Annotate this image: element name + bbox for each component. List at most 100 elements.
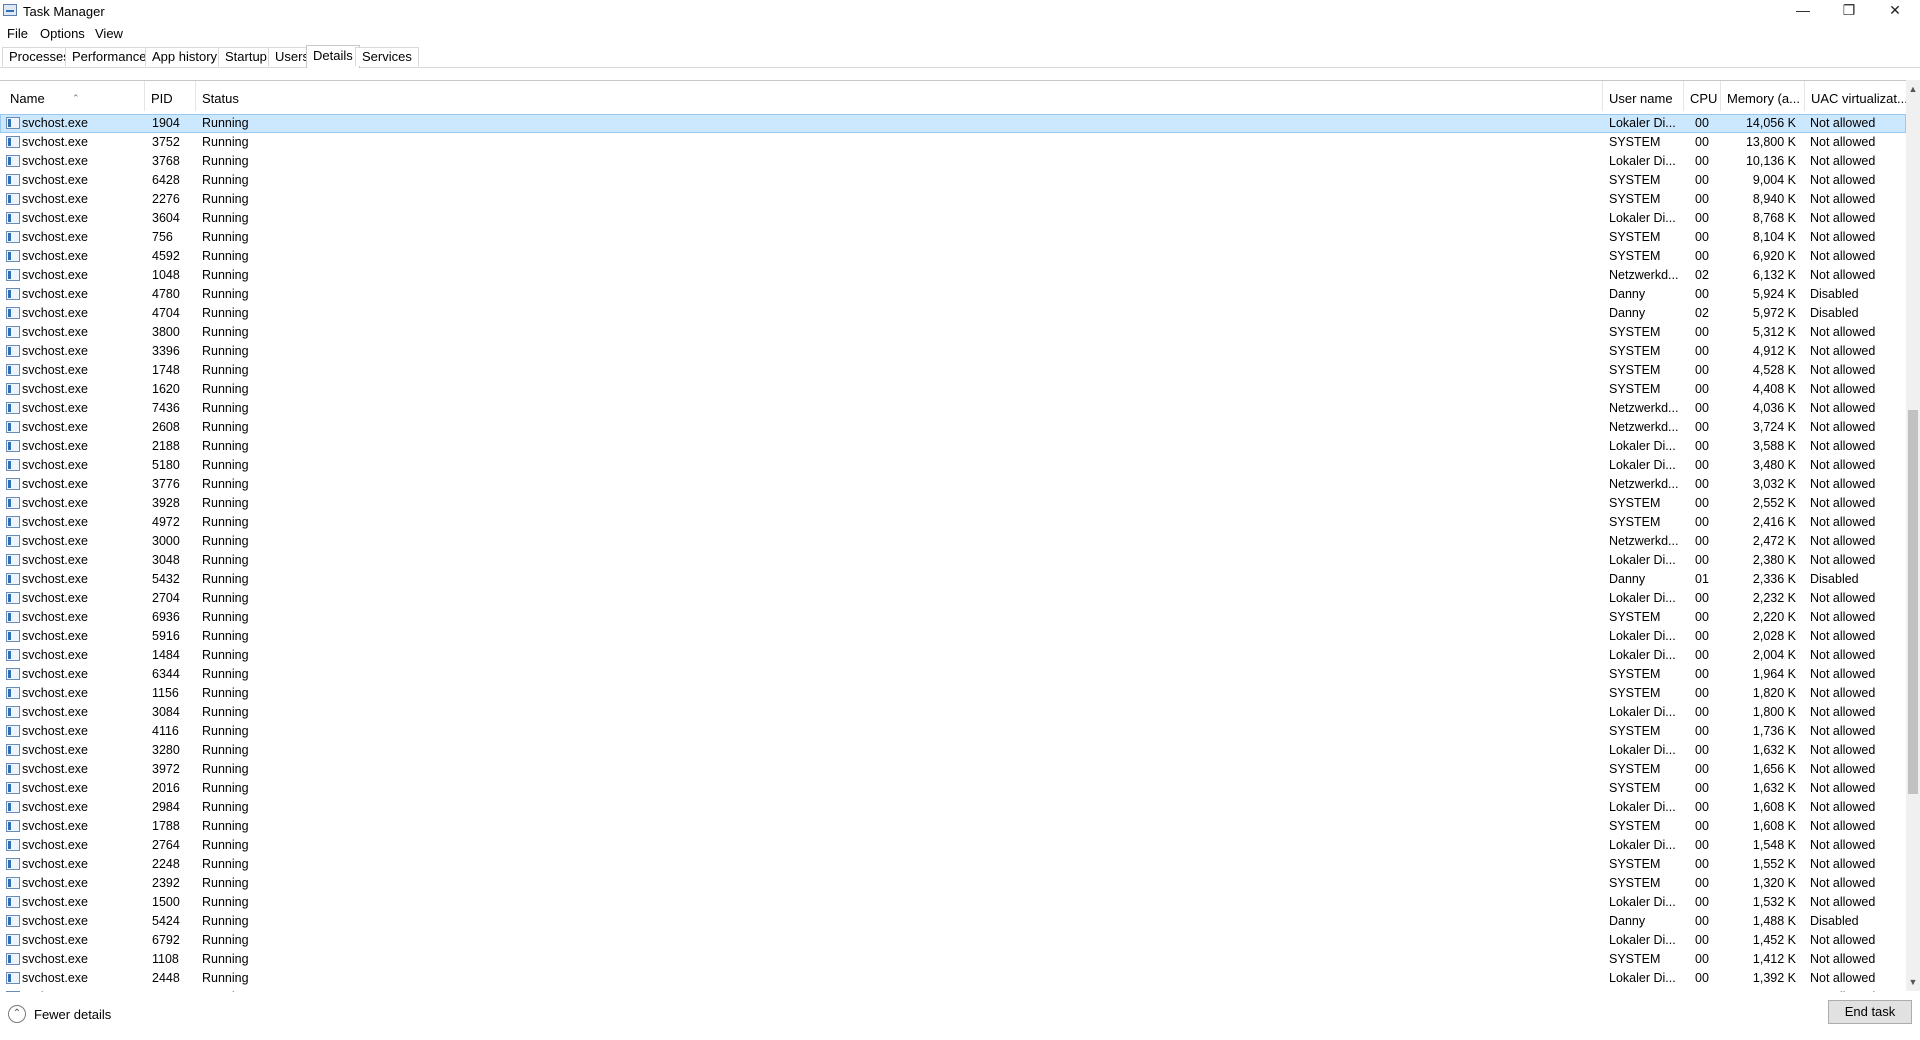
table-row[interactable]: svchost.exe 1520 Running SYSTEM 00 1,376 K Not… [0, 988, 1906, 992]
table-row[interactable]: svchost.exe 1904 Running Lokaler Di... 00 14,… [0, 114, 1906, 133]
tab-startup[interactable]: Startup [218, 47, 274, 66]
table-row[interactable]: svchost.exe 2704 Running Lokaler Di... 00 2,2… [0, 589, 1906, 608]
table-row[interactable]: svchost.exe 6428 Running SYSTEM 00 9,004 K Not… [0, 171, 1906, 190]
cell-uac: Not allowed [1810, 876, 1876, 890]
table-row[interactable]: svchost.exe 3000 Running Netzwerkd... 00 2,47… [0, 532, 1906, 551]
cell-mem: 5,312 K [1752, 325, 1796, 339]
tab-services[interactable]: Services [355, 47, 419, 66]
cell-status: Running [202, 439, 249, 453]
restore-icon[interactable]: ❐ [1826, 0, 1872, 22]
table-row[interactable]: svchost.exe 4704 Running Danny 02 5,972 K Disa… [0, 304, 1906, 323]
table-row[interactable]: svchost.exe 3972 Running SYSTEM 00 1,656 K Not… [0, 760, 1906, 779]
table-row[interactable]: svchost.exe 3768 Running Lokaler Di... 00 10,… [0, 152, 1906, 171]
table-row[interactable]: svchost.exe 7436 Running Netzwerkd... 00 4,03… [0, 399, 1906, 418]
cell-pid: 1620 [152, 382, 180, 396]
table-row[interactable]: svchost.exe 4116 Running SYSTEM 00 1,736 K Not… [0, 722, 1906, 741]
table-row[interactable]: svchost.exe 3280 Running Lokaler Di... 00 1,6… [0, 741, 1906, 760]
table-row[interactable]: svchost.exe 1748 Running SYSTEM 00 4,528 K Not… [0, 361, 1906, 380]
end-task-button[interactable]: End task [1828, 1000, 1912, 1024]
minimize-icon[interactable]: — [1780, 0, 1826, 22]
menu-file[interactable]: File [7, 26, 28, 41]
cell-user: Lokaler Di... [1609, 895, 1676, 909]
table-row[interactable]: svchost.exe 2984 Running Lokaler Di... 00 1,6… [0, 798, 1906, 817]
cell-pid: 756 [152, 230, 173, 244]
table-row[interactable]: svchost.exe 4592 Running SYSTEM 00 6,920 K Not… [0, 247, 1906, 266]
cell-pid: 4116 [152, 724, 179, 738]
column-header-cpu[interactable]: CPU [1685, 81, 1721, 111]
cell-mem: 4,408 K [1752, 382, 1796, 396]
scroll-thumb[interactable] [1908, 410, 1918, 794]
table-row[interactable]: svchost.exe 3752 Running SYSTEM 00 13,800 K No… [0, 133, 1906, 152]
cell-name: svchost.exe [22, 458, 89, 472]
table-row[interactable]: svchost.exe 1788 Running SYSTEM 00 1,608 K Not… [0, 817, 1906, 836]
table-row[interactable]: svchost.exe 3048 Running Lokaler Di... 00 2,3… [0, 551, 1906, 570]
table-row[interactable]: svchost.exe 3604 Running Lokaler Di... 00 8,7… [0, 209, 1906, 228]
cell-name: svchost.exe [22, 610, 89, 624]
process-icon [6, 744, 20, 756]
table-row[interactable]: svchost.exe 2188 Running Lokaler Di... 00 3,5… [0, 437, 1906, 456]
column-header-pid[interactable]: PID [146, 81, 196, 111]
table-row[interactable]: svchost.exe 3928 Running SYSTEM 00 2,552 K Not… [0, 494, 1906, 513]
column-header-memory[interactable]: Memory (a... [1722, 81, 1805, 111]
process-icon [6, 307, 20, 319]
cell-status: Running [202, 591, 249, 605]
close-icon[interactable]: ✕ [1872, 0, 1918, 22]
process-icon [6, 497, 20, 509]
table-row[interactable]: svchost.exe 1500 Running Lokaler Di... 00 1,5… [0, 893, 1906, 912]
cell-status: Running [202, 553, 249, 567]
table-row[interactable]: svchost.exe 2248 Running SYSTEM 00 1,552 K Not… [0, 855, 1906, 874]
tab-app-history[interactable]: App history [145, 47, 225, 66]
cell-pid: 3768 [152, 154, 180, 168]
table-row[interactable]: svchost.exe 6936 Running SYSTEM 00 2,220 K Not… [0, 608, 1906, 627]
table-row[interactable]: svchost.exe 4780 Running Danny 00 5,924 K Disa… [0, 285, 1906, 304]
table-row[interactable]: svchost.exe 1108 Running SYSTEM 00 1,412 K Not… [0, 950, 1906, 969]
column-header-status[interactable]: Status [197, 81, 1603, 111]
process-icon [6, 554, 20, 566]
cell-uac: Not allowed [1810, 211, 1876, 225]
cell-pid: 3048 [152, 553, 180, 567]
table-row[interactable]: svchost.exe 4972 Running SYSTEM 00 2,416 K Not… [0, 513, 1906, 532]
column-header-user-name[interactable]: User name [1604, 81, 1684, 111]
tab-details[interactable]: Details [306, 45, 360, 68]
vertical-scrollbar[interactable]: ▲ ▼ [1906, 80, 1920, 991]
cell-uac: Not allowed [1810, 192, 1876, 206]
table-row[interactable]: svchost.exe 756 Running SYSTEM 00 8,104 K Not … [0, 228, 1906, 247]
table-row[interactable]: svchost.exe 2764 Running Lokaler Di... 00 1,5… [0, 836, 1906, 855]
table-row[interactable]: svchost.exe 2276 Running SYSTEM 00 8,940 K Not… [0, 190, 1906, 209]
table-row[interactable]: svchost.exe 1620 Running SYSTEM 00 4,408 K Not… [0, 380, 1906, 399]
table-row[interactable]: svchost.exe 1048 Running Netzwerkd... 02 6,13… [0, 266, 1906, 285]
table-row[interactable]: svchost.exe 2448 Running Lokaler Di... 00 1,3… [0, 969, 1906, 988]
table-row[interactable]: svchost.exe 3776 Running Netzwerkd... 00 3,03… [0, 475, 1906, 494]
menu-options[interactable]: Options [40, 26, 85, 41]
table-row[interactable]: svchost.exe 2392 Running SYSTEM 00 1,320 K Not… [0, 874, 1906, 893]
table-row[interactable]: svchost.exe 3396 Running SYSTEM 00 4,912 K Not… [0, 342, 1906, 361]
table-row[interactable]: svchost.exe 5916 Running Lokaler Di... 00 2,0… [0, 627, 1906, 646]
table-row[interactable]: svchost.exe 6344 Running SYSTEM 00 1,964 K Not… [0, 665, 1906, 684]
fewer-details-link[interactable]: Fewer details [34, 1007, 111, 1022]
table-row[interactable]: svchost.exe 3084 Running Lokaler Di... 00 1,8… [0, 703, 1906, 722]
table-row[interactable]: svchost.exe 2608 Running Netzwerkd... 00 3,72… [0, 418, 1906, 437]
table-row[interactable]: svchost.exe 3800 Running SYSTEM 00 5,312 K Not… [0, 323, 1906, 342]
cell-mem: 4,528 K [1752, 363, 1796, 377]
table-row[interactable]: svchost.exe 5424 Running Danny 00 1,488 K Disa… [0, 912, 1906, 931]
chevron-up-icon[interactable]: ⌃ [8, 1005, 26, 1023]
table-row[interactable]: svchost.exe 6792 Running Lokaler Di... 00 1,4… [0, 931, 1906, 950]
process-icon [6, 155, 20, 167]
column-header-name[interactable]: ⌃ Name [5, 81, 145, 111]
table-row[interactable]: svchost.exe 1484 Running Lokaler Di... 00 2,0… [0, 646, 1906, 665]
menu-view[interactable]: View [95, 26, 123, 41]
table-row[interactable]: svchost.exe 5180 Running Lokaler Di... 00 3,4… [0, 456, 1906, 475]
table-row[interactable]: svchost.exe 2016 Running SYSTEM 00 1,632 K Not… [0, 779, 1906, 798]
cell-name: svchost.exe [22, 211, 89, 225]
scroll-up-icon[interactable]: ▲ [1906, 82, 1920, 96]
cell-mem: 1,820 K [1752, 686, 1796, 700]
column-header-uac[interactable]: UAC virtualizat... [1806, 81, 1906, 111]
scroll-down-icon[interactable]: ▼ [1906, 975, 1920, 989]
cell-status: Running [202, 268, 249, 282]
table-row[interactable]: svchost.exe 5432 Running Danny 01 2,336 K Disa… [0, 570, 1906, 589]
cell-mem: 1,488 K [1752, 914, 1796, 928]
cell-pid: 1108 [152, 952, 179, 966]
cell-user: Netzwerkd... [1609, 268, 1679, 282]
tab-performance[interactable]: Performance [65, 47, 154, 66]
table-row[interactable]: svchost.exe 1156 Running SYSTEM 00 1,820 K Not… [0, 684, 1906, 703]
